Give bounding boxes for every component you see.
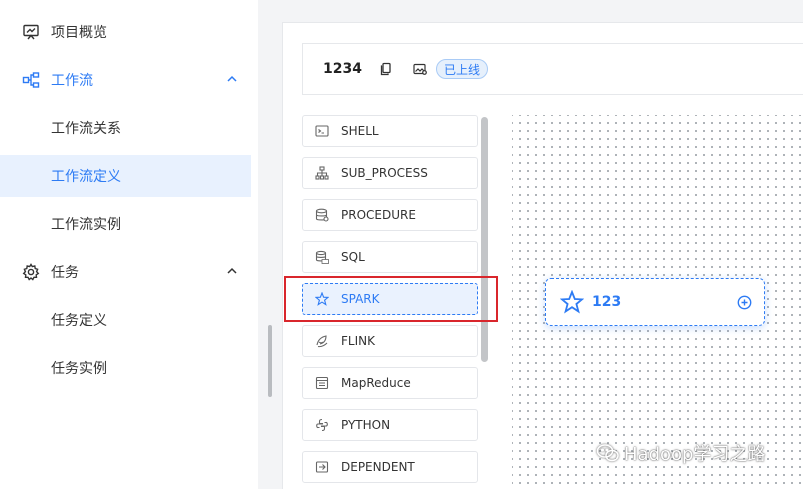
task-label: MapReduce (341, 376, 411, 390)
task-item-python[interactable]: PYTHON (302, 409, 478, 441)
task-label: SHELL (341, 124, 379, 138)
spark-star-icon (560, 290, 584, 314)
chevron-up-icon (225, 264, 239, 278)
watermark: Hadoop学习之路 (596, 440, 765, 466)
mapreduce-icon (315, 376, 329, 390)
menu-label: 任务 (51, 265, 79, 281)
menu-label: 工作流 (51, 73, 93, 89)
menu-workflow-definition[interactable]: 工作流定义 (0, 155, 251, 197)
status-badge: 已上线 (435, 59, 488, 79)
menu-label: 工作流关系 (51, 121, 121, 137)
task-label: SUB_PROCESS (341, 166, 428, 180)
menu-task-instance[interactable]: 任务实例 (0, 347, 251, 389)
palette-scrollbar[interactable] (481, 117, 488, 362)
menu-label: 任务实例 (51, 361, 107, 377)
menu-label: 工作流实例 (51, 217, 121, 233)
database-icon (315, 208, 329, 222)
task-item-procedure[interactable]: PROCEDURE (302, 199, 478, 231)
workflow-header: 1234 已上线 (302, 43, 803, 95)
terminal-icon (315, 124, 329, 138)
menu-label: 项目概览 (51, 25, 107, 41)
menu-task[interactable]: 任务 (0, 251, 251, 293)
menu-label: 工作流定义 (51, 169, 121, 185)
gear-icon (22, 263, 40, 281)
task-item-sub-process[interactable]: SUB_PROCESS (302, 157, 478, 189)
menu-task-definition[interactable]: 任务定义 (0, 299, 251, 341)
presentation-icon (22, 23, 40, 41)
sub-process-icon (315, 166, 329, 180)
sidebar-scrollbar[interactable] (268, 325, 272, 397)
task-item-dependent[interactable]: DEPENDENT (302, 451, 478, 483)
chevron-up-icon (225, 72, 239, 86)
workflow-icon (22, 71, 40, 89)
task-label: SQL (341, 250, 365, 264)
task-item-shell[interactable]: SHELL (302, 115, 478, 147)
menu-workflow-instance[interactable]: 工作流实例 (0, 203, 251, 245)
workflow-name: 1234 (323, 61, 362, 77)
task-label: FLINK (341, 334, 375, 348)
task-item-flink[interactable]: FLINK (302, 325, 478, 357)
spark-task-node[interactable]: 123 (545, 278, 765, 326)
task-item-mapreduce[interactable]: MapReduce (302, 367, 478, 399)
sidebar: 项目概览 工作流 工作流关系 工作流定义 工作流实例 任务 任务定义 任务实例 (0, 0, 258, 489)
task-label: PYTHON (341, 418, 391, 432)
copy-icon[interactable] (379, 62, 393, 76)
menu-workflow-relation[interactable]: 工作流关系 (0, 107, 251, 149)
watermark-text: Hadoop学习之路 (624, 444, 766, 465)
dependent-icon (315, 460, 329, 474)
python-icon (315, 418, 329, 432)
task-label: PROCEDURE (341, 208, 416, 222)
task-item-sql[interactable]: SQL (302, 241, 478, 273)
node-label: 123 (592, 294, 622, 310)
menu-project-overview[interactable]: 项目概览 (0, 11, 251, 53)
wechat-icon (596, 443, 620, 463)
task-label: DEPENDENT (341, 460, 415, 474)
sql-icon (315, 250, 329, 264)
flink-icon (315, 334, 329, 348)
image-settings-icon[interactable] (413, 62, 427, 76)
menu-label: 任务定义 (51, 313, 107, 329)
add-circle-icon[interactable] (737, 295, 752, 310)
highlight-annotation (284, 276, 498, 322)
menu-workflow[interactable]: 工作流 (0, 59, 251, 101)
